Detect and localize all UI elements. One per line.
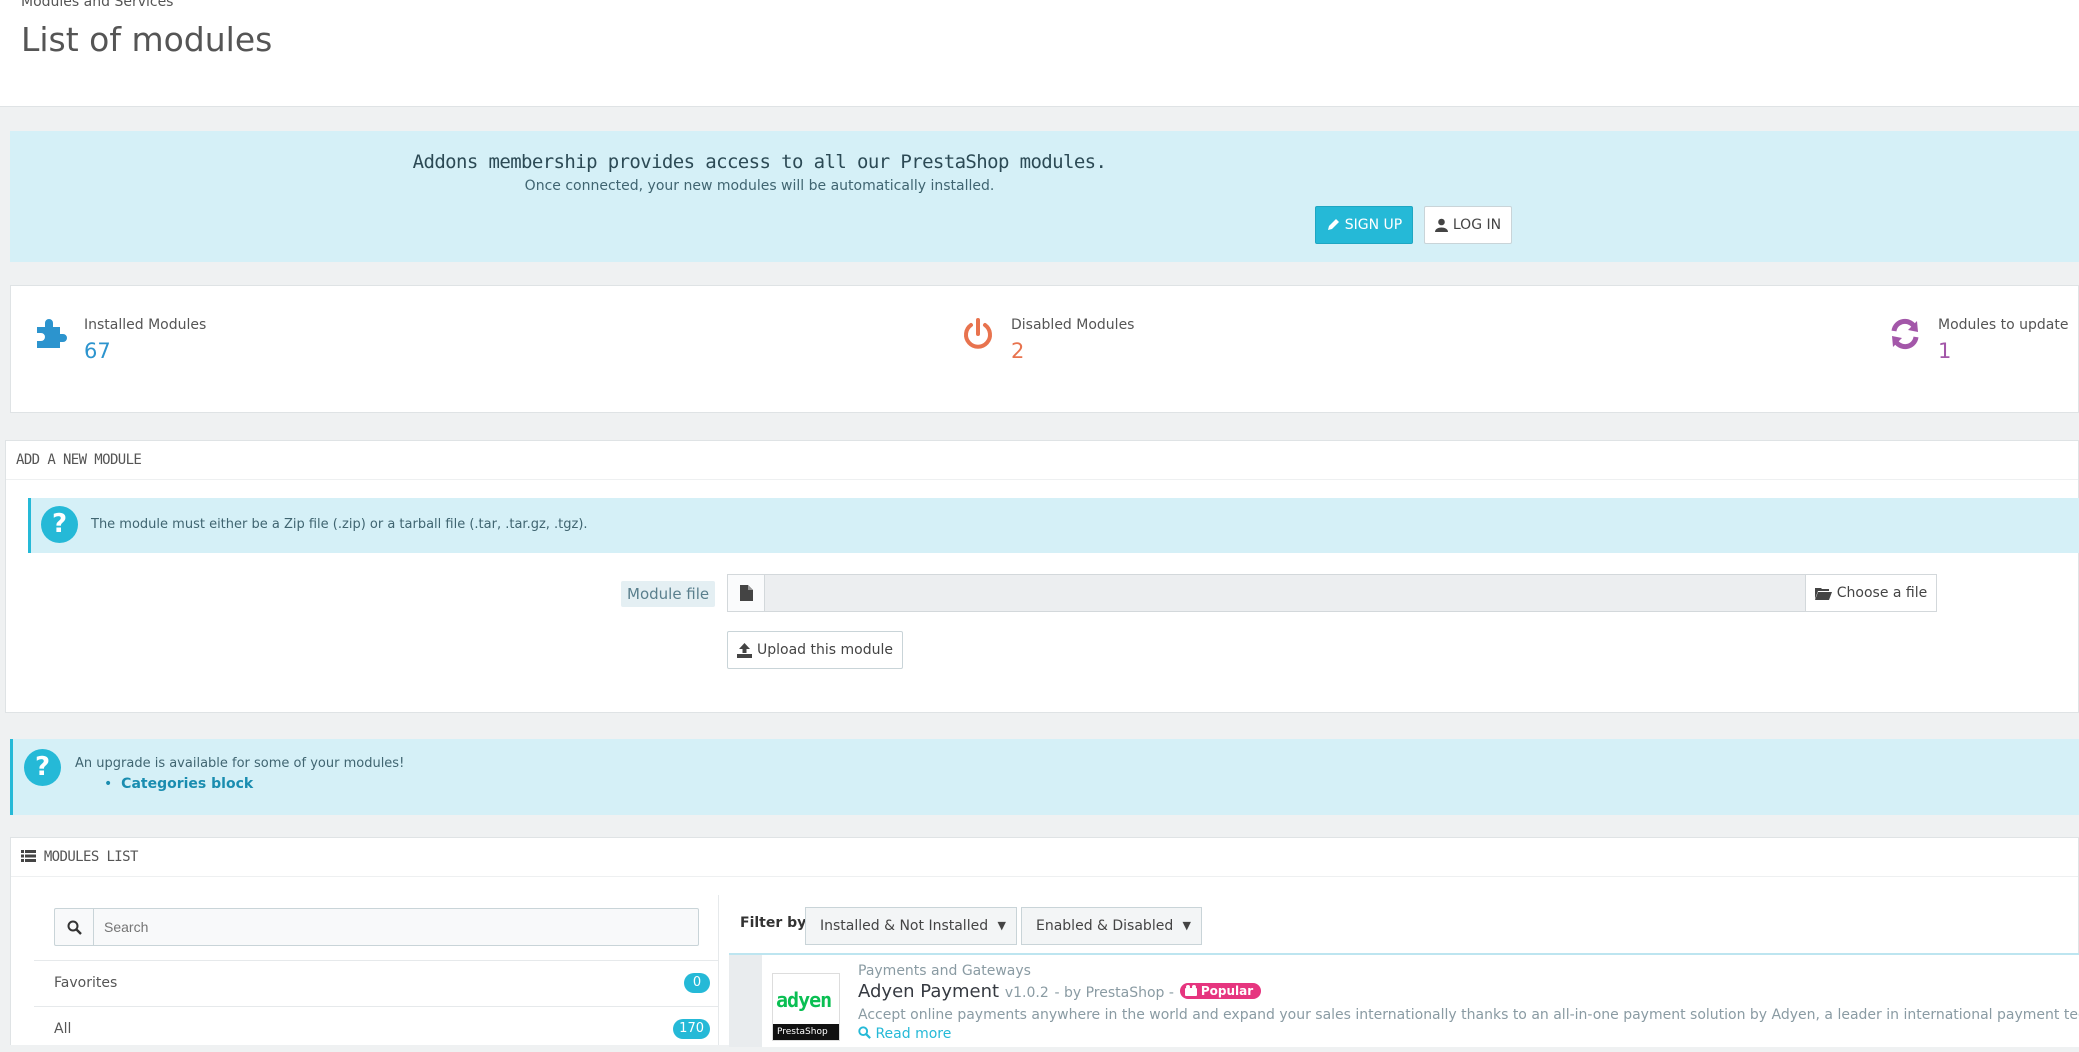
addons-subtitle: Once connected, your new modules will be… <box>524 178 995 194</box>
search-icon <box>858 1026 871 1039</box>
file-icon <box>739 585 753 601</box>
adyen-logo-text: adyen <box>776 988 832 1012</box>
stat-installed-label: Installed Modules <box>84 317 207 333</box>
stat-update-value: 1 <box>1938 339 1952 363</box>
stat-installed-value: 67 <box>84 339 111 363</box>
module-stats-panel: Installed Modules 67 Disabled Modules 2 … <box>10 285 2079 413</box>
upload-icon <box>737 642 753 658</box>
stat-disabled-value: 2 <box>1011 339 1025 363</box>
refresh-icon <box>1891 318 1919 350</box>
search-icon-box <box>55 909 94 945</box>
pencil-icon <box>1327 219 1339 230</box>
sign-up-button[interactable]: SIGN UP <box>1315 206 1413 244</box>
module-description: Accept online payments anywhere in the w… <box>858 1007 2079 1023</box>
module-file-label: Module file <box>621 581 716 607</box>
list-divider <box>718 895 719 1045</box>
modules-list-heading: MODULES LIST <box>11 838 2078 877</box>
category-label: Favorites <box>54 975 118 991</box>
choose-file-button[interactable]: Choose a file <box>1805 575 1936 611</box>
filter-by-label: Filter by <box>740 915 807 931</box>
breadcrumb[interactable]: Modules and Services <box>21 0 173 10</box>
category-count-badge: 0 <box>684 973 710 993</box>
upgrade-list: • Categories block <box>104 776 254 792</box>
module-name: Adyen Payment <box>858 981 1000 1002</box>
sign-up-label: SIGN UP <box>1344 217 1403 233</box>
caret-down-icon: ▼ <box>997 919 1006 932</box>
upgrade-item-categories-block[interactable]: Categories block <box>121 776 253 792</box>
power-icon <box>964 318 992 349</box>
category-all[interactable]: All 170 <box>34 1006 718 1052</box>
search-icon <box>67 920 82 935</box>
stat-disabled-label: Disabled Modules <box>1011 317 1135 333</box>
file-icon-box <box>728 575 765 611</box>
choose-file-label: Choose a file <box>1836 585 1928 601</box>
upgrade-text: An upgrade is available for some of your… <box>75 756 405 771</box>
category-favorites[interactable]: Favorites 0 <box>34 960 718 1006</box>
adyen-logo: adyen PrestaShop <box>772 973 840 1041</box>
install-status-select[interactable]: Installed & Not Installed ▼ <box>805 907 1017 945</box>
folder-open-icon <box>1814 587 1832 600</box>
category-count-badge: 170 <box>673 1019 710 1039</box>
enabled-status-select[interactable]: Enabled & Disabled ▼ <box>1021 907 1202 945</box>
modules-list-title: MODULES LIST <box>43 849 139 865</box>
page-title: List of modules <box>21 20 273 59</box>
question-icon: ? <box>24 749 61 786</box>
question-icon: ? <box>41 506 78 543</box>
popular-badge-label: Popular <box>1200 984 1254 998</box>
module-title: Adyen Payment v1.0.2 - by PrestaShop - P… <box>858 981 1262 1002</box>
module-search[interactable] <box>54 908 699 946</box>
upload-module-button[interactable]: Upload this module <box>727 631 903 669</box>
module-row-strip <box>729 955 762 1047</box>
module-format-text: The module must either be a Zip file (.z… <box>91 517 588 532</box>
read-more-link[interactable]: Read more <box>858 1026 951 1042</box>
module-category: Payments and Gateways <box>858 963 1031 979</box>
log-in-button[interactable]: LOG IN <box>1424 206 1512 244</box>
module-file-input[interactable]: Choose a file <box>727 574 1937 612</box>
module-author: - by PrestaShop - <box>1054 985 1174 1001</box>
page-header: Modules and Services List of modules <box>0 0 2079 107</box>
addons-banner: Addons membership provides access to all… <box>10 131 2079 262</box>
popular-badge: Popular <box>1179 983 1262 999</box>
add-module-heading: ADD A NEW MODULE <box>6 441 2078 480</box>
category-label: All <box>54 1021 72 1037</box>
module-format-info: ? The module must either be a Zip file (… <box>28 498 2079 553</box>
stat-update-label: Modules to update <box>1938 317 2069 333</box>
user-icon <box>1434 218 1448 232</box>
enabled-status-value: Enabled & Disabled <box>1036 918 1174 934</box>
install-status-value: Installed & Not Installed <box>820 918 989 934</box>
log-in-label: LOG IN <box>1452 217 1502 233</box>
caret-down-icon: ▼ <box>1182 919 1191 932</box>
puzzle-icon <box>37 319 67 348</box>
search-input[interactable] <box>94 909 698 945</box>
addons-title: Addons membership provides access to all… <box>412 151 1107 173</box>
upgrade-info: ? An upgrade is available for some of yo… <box>10 739 2079 815</box>
module-version: v1.0.2 <box>1004 985 1049 1001</box>
upload-module-label: Upload this module <box>757 642 893 658</box>
prestashop-logo-strip: PrestaShop <box>773 1024 839 1040</box>
module-row-adyen[interactable]: adyen PrestaShop Payments and Gateways A… <box>729 953 2079 1047</box>
list-icon <box>21 850 36 862</box>
read-more-label: Read more <box>875 1026 952 1042</box>
bag-icon <box>1184 985 1197 996</box>
